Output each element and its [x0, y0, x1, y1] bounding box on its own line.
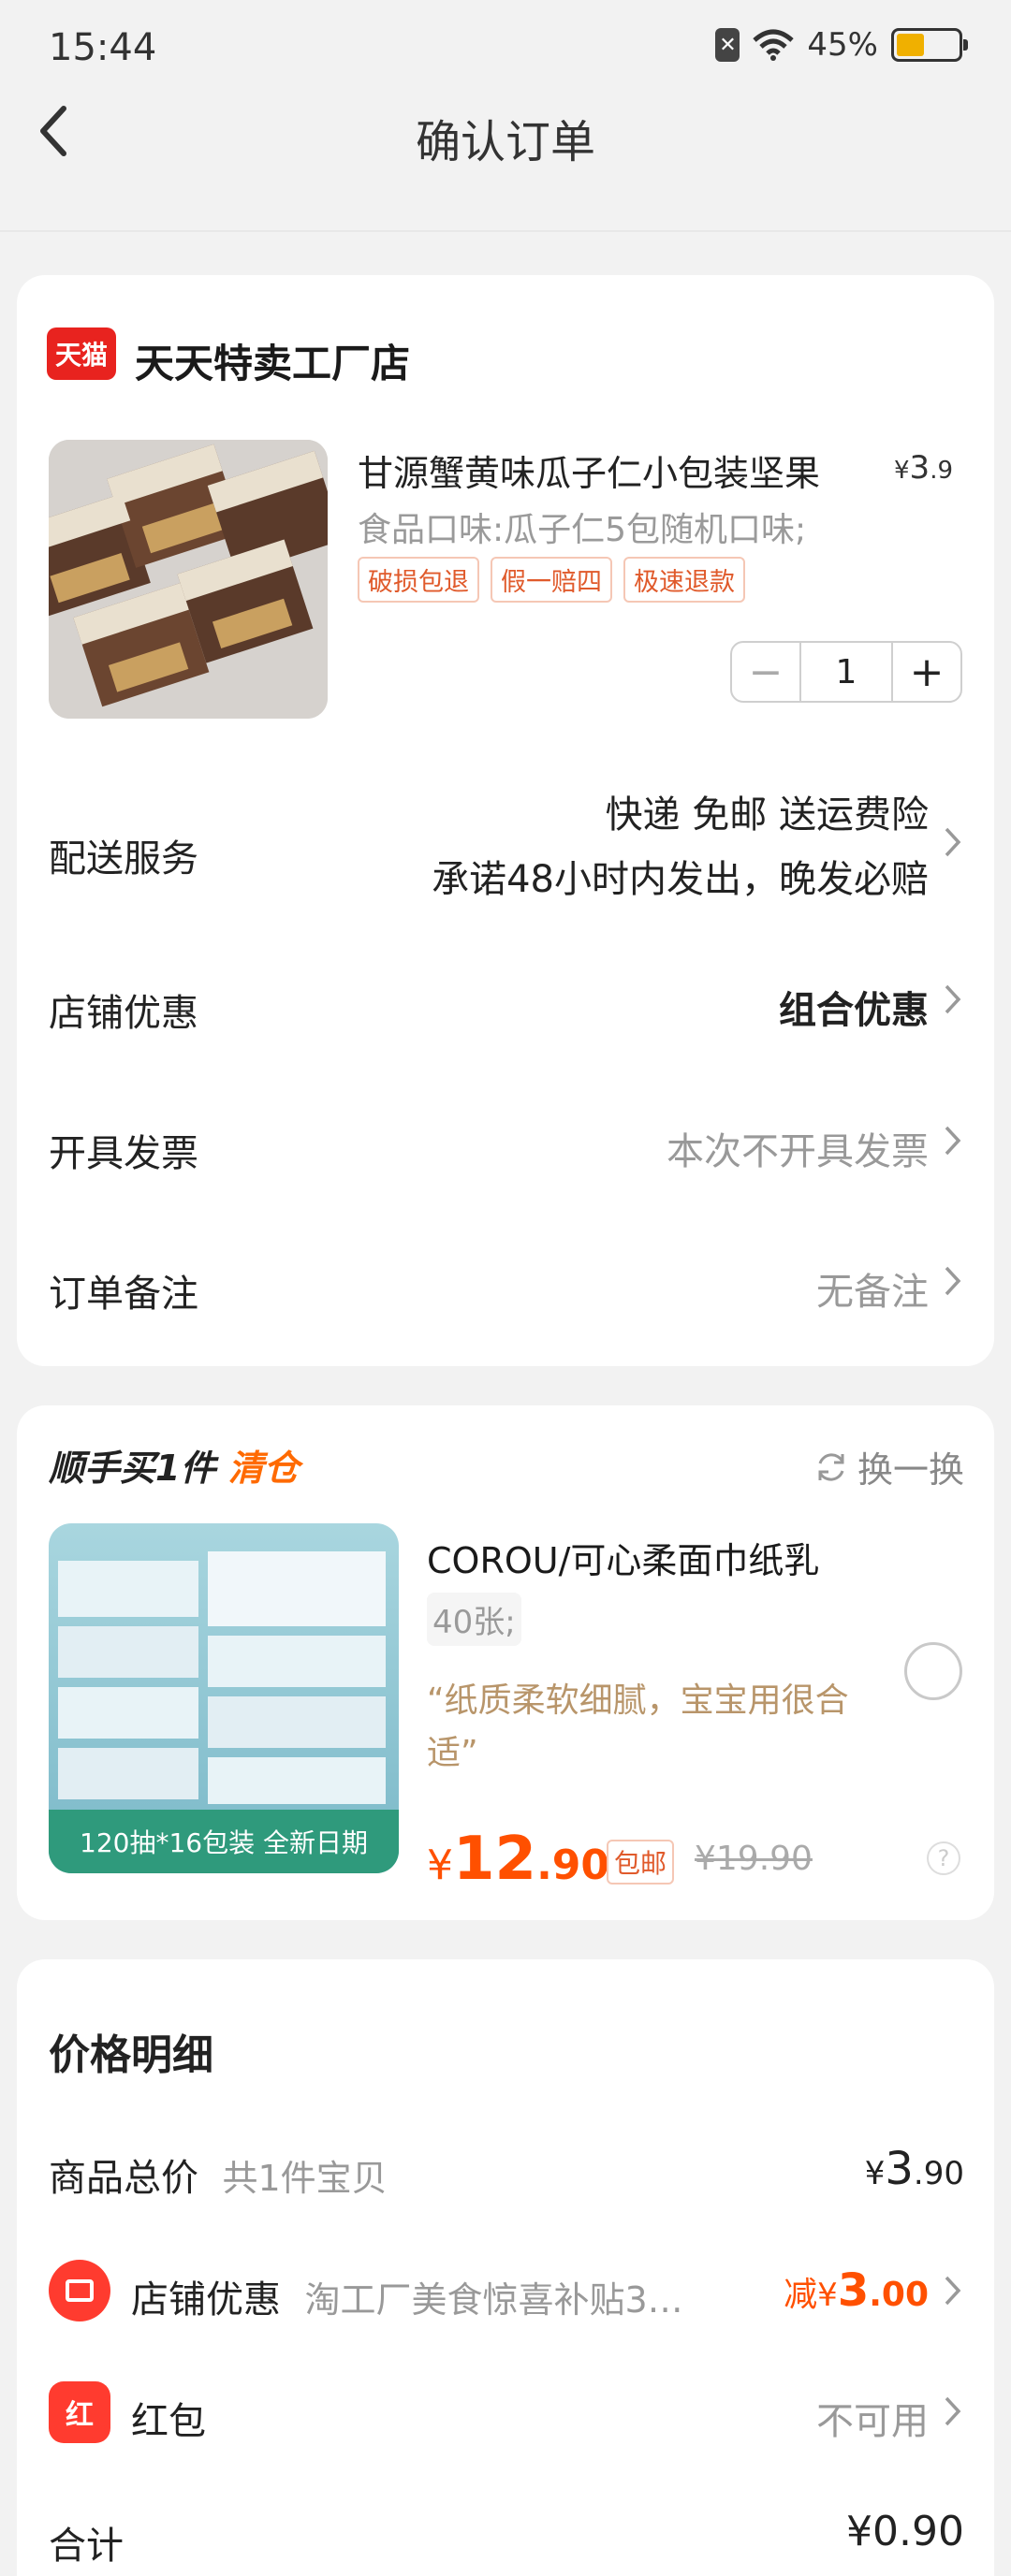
- product-price: ¥3.9: [894, 449, 953, 487]
- chevron-right-icon[interactable]: [942, 2393, 964, 2430]
- shipping-value-line2[interactable]: 承诺48小时内发出，晚发必赔: [432, 849, 929, 903]
- service-tags: 破损包退 假一赔四 极速退款: [358, 557, 745, 603]
- addon-product-image[interactable]: 120抽*16包装 全新日期: [49, 1523, 399, 1873]
- chevron-right-icon[interactable]: [942, 1122, 964, 1159]
- addon-product-review: “纸质柔软细腻，宝宝用很合适”: [427, 1681, 849, 1772]
- red-packet-value[interactable]: 不可用: [816, 2391, 929, 2445]
- price-detail-title: 价格明细: [49, 2031, 213, 2079]
- help-icon[interactable]: ?: [927, 1841, 960, 1875]
- product-spec[interactable]: 食品口味:瓜子仁5包随机口味;: [358, 502, 806, 551]
- increase-button[interactable]: +: [893, 643, 960, 701]
- invoice-label: 开具发票: [49, 1132, 198, 1175]
- no-sim-icon: ✕: [715, 28, 740, 62]
- swap-button[interactable]: 换一换: [813, 1441, 964, 1492]
- chevron-right-icon[interactable]: [942, 823, 964, 861]
- tag-fast-refund: 极速退款: [623, 557, 745, 603]
- goods-total-value: ¥3.90: [864, 2143, 964, 2195]
- store-discount-label: 店铺优惠: [49, 992, 198, 1035]
- quantity-stepper: − 1 +: [730, 641, 962, 703]
- free-shipping-badge: 包邮: [607, 1840, 675, 1885]
- battery-icon: [891, 28, 968, 62]
- price-store-discount-value[interactable]: 减¥3.00: [784, 2264, 929, 2317]
- store-name[interactable]: 天天特卖工厂店: [135, 332, 410, 389]
- addon-product-spec: 40张;: [427, 1593, 521, 1646]
- tag-fake-compensation: 假一赔四: [491, 557, 612, 603]
- quantity-value[interactable]: 1: [799, 643, 893, 701]
- chevron-right-icon[interactable]: [942, 981, 964, 1018]
- order-note-value[interactable]: 无备注: [816, 1261, 929, 1316]
- page-title: 确认订单: [415, 116, 595, 168]
- battery-percent: 45%: [807, 26, 878, 64]
- chevron-right-icon[interactable]: [942, 2272, 964, 2309]
- header-divider: [0, 230, 1011, 232]
- addon-price: ¥12.90: [427, 1825, 610, 1894]
- decrease-button[interactable]: −: [732, 643, 799, 701]
- status-time: 15:44: [49, 26, 157, 69]
- tag-damage-refund: 破损包退: [358, 557, 479, 603]
- price-store-discount-label: 店铺优惠 淘工厂美食惊喜补贴3…: [131, 2278, 683, 2321]
- tmall-logo: 天猫: [47, 327, 116, 380]
- original-price: ¥19.90: [695, 1840, 813, 1878]
- total-label: 合计: [49, 2525, 124, 2568]
- addon-product-title[interactable]: COROU/可心柔面巾纸乳: [427, 1532, 819, 1583]
- addon-title: 顺手买1件 清仓: [49, 1448, 300, 1489]
- wifi-icon: [753, 29, 795, 61]
- chevron-right-icon[interactable]: [942, 1262, 964, 1300]
- red-packet-icon: 红: [49, 2381, 110, 2443]
- addon-select-radio[interactable]: [904, 1642, 962, 1700]
- addon-image-banner: 120抽*16包装 全新日期: [49, 1810, 399, 1873]
- invoice-value[interactable]: 本次不开具发票: [667, 1121, 929, 1175]
- store-discount-value[interactable]: 组合优惠: [779, 980, 929, 1034]
- total-value: ¥0.90: [846, 2508, 964, 2555]
- order-note-label: 订单备注: [49, 1273, 198, 1316]
- red-packet-label: 红包: [131, 2400, 206, 2443]
- product-image[interactable]: [49, 440, 328, 719]
- product-title[interactable]: 甘源蟹黄味瓜子仁小包装坚果: [358, 444, 820, 496]
- status-icons: ✕ 45%: [715, 26, 968, 64]
- refresh-icon: [818, 1452, 844, 1481]
- shipping-label: 配送服务: [49, 837, 198, 880]
- shipping-value-line1[interactable]: 快递 免邮 送运费险: [606, 784, 929, 838]
- store-discount-icon: [49, 2260, 110, 2321]
- goods-total-label: 商品总价 共1件宝贝: [49, 2157, 388, 2200]
